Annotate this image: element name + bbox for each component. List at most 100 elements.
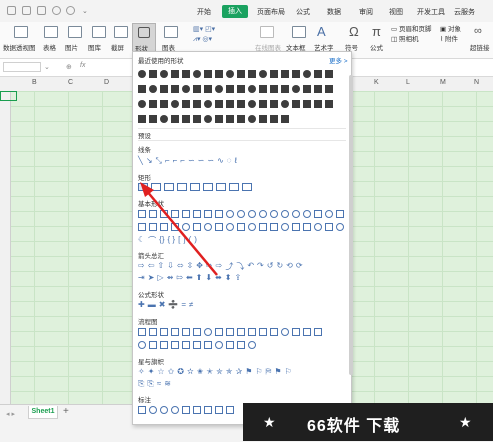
shape-item[interactable]	[171, 85, 179, 93]
shape-item[interactable]	[160, 115, 168, 123]
shape-item[interactable]	[138, 115, 146, 123]
shape-item[interactable]	[237, 223, 245, 231]
shape-item[interactable]	[215, 406, 223, 414]
name-box-dropdown-icon[interactable]: ⌄	[44, 63, 50, 71]
add-sheet-button[interactable]: +	[63, 406, 69, 417]
sheet-tab[interactable]: Sheet1	[28, 406, 58, 419]
shape-item[interactable]	[248, 328, 256, 336]
shape-item[interactable]	[259, 210, 267, 218]
save-icon[interactable]	[7, 6, 16, 15]
shape-item[interactable]	[314, 210, 322, 218]
shape-item[interactable]	[237, 115, 245, 123]
shape-item[interactable]	[248, 100, 256, 108]
shape-item[interactable]	[204, 341, 212, 349]
shape-item[interactable]	[237, 70, 245, 78]
scroll-shape[interactable]: ⎘	[138, 379, 144, 389]
star-shape[interactable]: ✩	[168, 367, 175, 377]
picture-icon[interactable]	[68, 26, 82, 38]
shape-item[interactable]	[138, 341, 146, 349]
plus-shape[interactable]: ✚	[138, 300, 145, 309]
shape-item[interactable]	[204, 70, 212, 78]
shape-item[interactable]	[160, 70, 168, 78]
column-header[interactable]: B	[32, 79, 37, 86]
shape-item[interactable]	[182, 115, 190, 123]
shape-item[interactable]	[160, 341, 168, 349]
row-headers[interactable]	[0, 91, 11, 404]
shape-item[interactable]	[248, 341, 256, 349]
scribble-icon[interactable]: ℓ	[235, 156, 238, 166]
shape-item[interactable]	[193, 115, 201, 123]
shape-item[interactable]	[171, 70, 179, 78]
shape-item[interactable]	[270, 100, 278, 108]
shape-item[interactable]	[193, 85, 201, 93]
shape-item[interactable]	[226, 100, 234, 108]
preview-icon[interactable]	[37, 6, 46, 15]
shape-item[interactable]	[215, 85, 223, 93]
arrow-shape[interactable]: ⟲	[286, 261, 293, 272]
star-shape[interactable]: ✦	[148, 367, 155, 377]
shape-item[interactable]	[138, 100, 146, 108]
star-shape[interactable]: ✧	[138, 367, 145, 377]
shape-item[interactable]	[281, 328, 289, 336]
shape-item[interactable]	[292, 100, 300, 108]
shape-item[interactable]	[248, 115, 256, 123]
shape-item[interactable]	[138, 85, 146, 93]
shape-item[interactable]	[149, 341, 157, 349]
banner-shape[interactable]: ⛿	[266, 367, 272, 377]
fx-icon[interactable]: fx	[80, 62, 85, 69]
shape-item[interactable]	[314, 328, 322, 336]
shape-item[interactable]	[160, 406, 168, 414]
shape-item[interactable]	[281, 210, 289, 218]
shape-item[interactable]	[314, 223, 322, 231]
banner-shape[interactable]: ⚑	[245, 367, 252, 377]
arrow-shape[interactable]: ↺	[267, 261, 274, 272]
tab-developer[interactable]: 开发工具	[417, 7, 445, 17]
tab-data[interactable]: 数据	[327, 7, 341, 17]
wave-shape[interactable]: ≋	[164, 379, 171, 389]
formula-input[interactable]	[96, 61, 132, 73]
shape-item[interactable]	[325, 70, 333, 78]
shape-item[interactable]	[193, 341, 201, 349]
banner-shape[interactable]: ⚐	[285, 367, 292, 377]
tab-insert[interactable]: 插入	[222, 5, 248, 18]
table-icon[interactable]	[44, 26, 58, 38]
arrow-shape[interactable]: ⟳	[296, 261, 303, 272]
shape-item[interactable]	[248, 223, 256, 231]
shape-item[interactable]	[237, 85, 245, 93]
shape-item[interactable]	[270, 210, 278, 218]
print-icon[interactable]	[22, 6, 31, 15]
shape-item[interactable]	[149, 115, 157, 123]
header-footer-group[interactable]: ▭ 页眉和页脚 ◫ 照相机	[391, 25, 431, 45]
shape-item[interactable]	[314, 85, 322, 93]
star-shape[interactable]: ✭	[206, 367, 213, 377]
screenshot-icon[interactable]	[114, 26, 128, 38]
column-header[interactable]: L	[406, 79, 410, 86]
tab-cloud[interactable]: 云服务	[454, 7, 475, 17]
shape-item[interactable]	[182, 70, 190, 78]
shape-item[interactable]	[259, 223, 267, 231]
shape-item[interactable]	[248, 70, 256, 78]
shape-item[interactable]	[325, 223, 333, 231]
column-header[interactable]: M	[440, 79, 446, 86]
star-shape[interactable]: ✯	[226, 367, 233, 377]
arrow-shape[interactable]: ↷	[257, 261, 264, 272]
shape-item[interactable]	[226, 328, 234, 336]
shape-item[interactable]	[259, 85, 267, 93]
tab-home[interactable]: 开始	[197, 7, 211, 17]
shape-item[interactable]	[149, 70, 157, 78]
shape-item[interactable]	[226, 115, 234, 123]
shape-item[interactable]	[303, 85, 311, 93]
wave-shape[interactable]: ≈	[157, 379, 161, 389]
shape-item[interactable]	[160, 100, 168, 108]
textbox-icon[interactable]	[292, 26, 306, 38]
shape-item[interactable]	[303, 328, 311, 336]
star-shape[interactable]: ✮	[216, 367, 223, 377]
shape-item[interactable]	[171, 328, 179, 336]
shape-item[interactable]	[325, 100, 333, 108]
chart-icon[interactable]	[164, 26, 178, 38]
star-shape[interactable]: ✪	[177, 367, 184, 377]
column-header[interactable]: N	[474, 79, 479, 86]
shape-item[interactable]	[237, 328, 245, 336]
shape-item[interactable]	[193, 328, 201, 336]
star-shape[interactable]: ✫	[187, 367, 194, 377]
